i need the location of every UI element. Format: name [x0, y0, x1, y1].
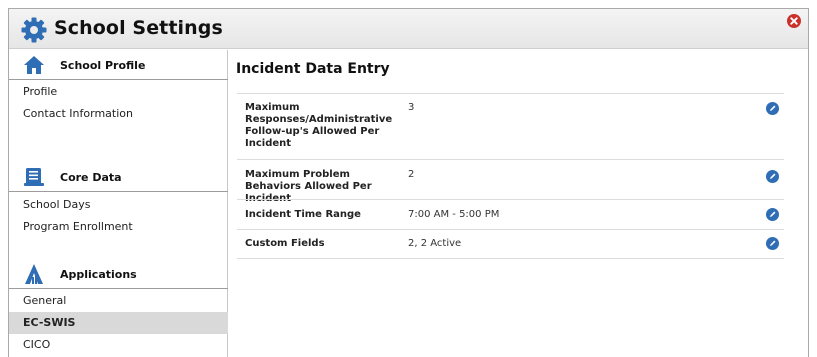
close-button[interactable] [787, 14, 801, 28]
applications-icon [25, 264, 43, 284]
main-content: Incident Data Entry Maximum Responses/Ad… [229, 50, 808, 357]
pencil-icon [770, 211, 776, 217]
sidebar-item-ec-swis[interactable]: EC-SWIS [9, 312, 228, 334]
setting-value: 2, 2 Active [408, 238, 462, 249]
setting-label: Incident Time Range [245, 209, 361, 220]
sidebar-item-general[interactable]: General [9, 290, 228, 312]
section-school-profile: School Profile [9, 50, 228, 80]
dialog-title: School Settings [54, 17, 223, 39]
close-icon [790, 17, 798, 25]
pencil-icon [770, 240, 776, 246]
sidebar-item-cico[interactable]: CICO [9, 334, 228, 356]
setting-label: Maximum Responses/Administrative Follow-… [245, 102, 393, 149]
sidebar-item-profile[interactable]: Profile [9, 81, 228, 103]
edit-button[interactable] [766, 102, 779, 115]
edit-button[interactable] [766, 237, 779, 250]
edit-button[interactable] [766, 208, 779, 221]
settings-row: Maximum Responses/Administrative Follow-… [237, 93, 784, 159]
table-bottom-divider [237, 258, 784, 259]
dialog-header: School Settings [9, 9, 808, 49]
sidebar-item-program-enrollment[interactable]: Program Enrollment [9, 216, 228, 238]
section-label: School Profile [60, 59, 146, 72]
section-applications: Applications [9, 259, 228, 289]
section-label: Applications [60, 268, 137, 281]
section-core-data: Core Data [9, 162, 228, 192]
setting-value: 7:00 AM - 5:00 PM [408, 209, 500, 220]
pencil-icon [770, 173, 776, 179]
gear-icon [21, 17, 47, 43]
pencil-icon [770, 105, 776, 111]
sidebar-item-school-days[interactable]: School Days [9, 194, 228, 216]
school-settings-dialog: School Settings School Profile Profile C… [8, 8, 809, 357]
section-label: Core Data [60, 171, 122, 184]
setting-value: 2 [408, 169, 415, 180]
page-title: Incident Data Entry [236, 61, 390, 77]
settings-row: Incident Time Range 7:00 AM - 5:00 PM [237, 199, 784, 229]
edit-button[interactable] [766, 170, 779, 183]
settings-sidebar: School Profile Profile Contact Informati… [9, 50, 228, 357]
setting-value: 3 [408, 102, 415, 113]
setting-label: Custom Fields [245, 238, 325, 249]
settings-row: Custom Fields 2, 2 Active [237, 229, 784, 258]
settings-row: Maximum Problem Behaviors Allowed Per In… [237, 159, 784, 204]
home-icon [24, 56, 44, 74]
document-icon [24, 168, 44, 186]
sidebar-item-contact-information[interactable]: Contact Information [9, 103, 228, 125]
